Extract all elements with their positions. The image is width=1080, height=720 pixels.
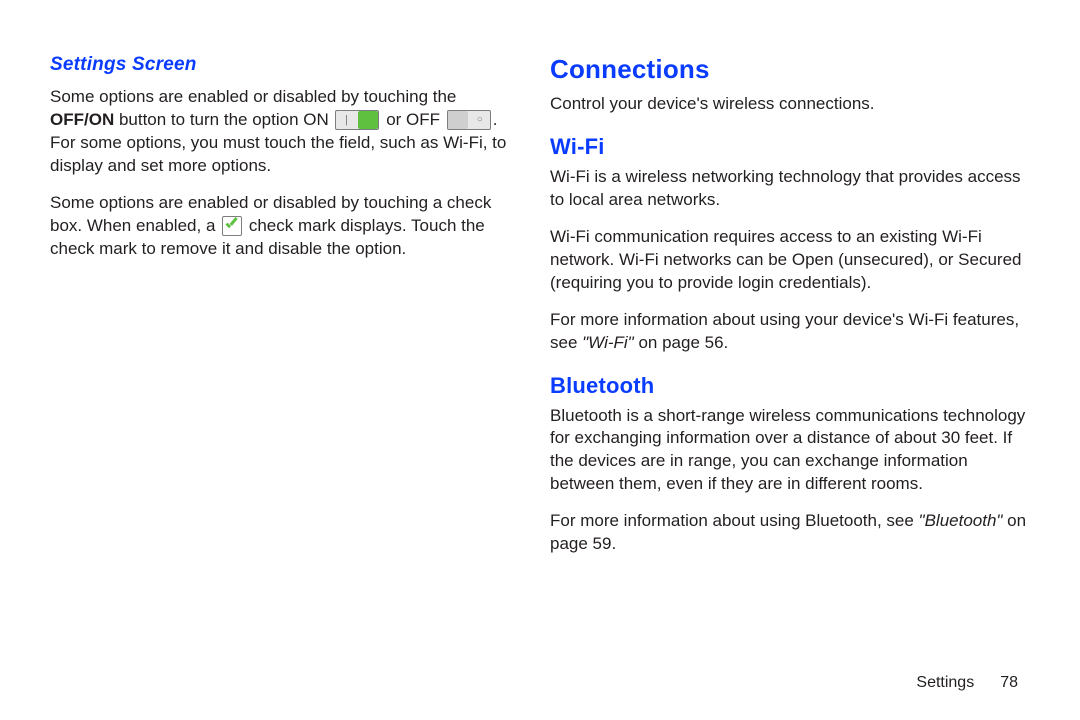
text: button to turn the option ON	[114, 110, 333, 129]
text: Some options are enabled or disabled by …	[50, 87, 456, 106]
paragraph: Wi-Fi communication requires access to a…	[550, 226, 1030, 295]
text: For more information about using Bluetoo…	[550, 511, 919, 530]
paragraph: For more information about using Bluetoo…	[550, 510, 1030, 556]
manual-page: Settings Screen Some options are enabled…	[0, 0, 1080, 720]
paragraph: For more information about using your de…	[550, 309, 1030, 355]
heading-bluetooth: Bluetooth	[550, 373, 1030, 399]
toggle-off-icon	[447, 110, 491, 130]
footer-page-number: 78	[1000, 674, 1018, 692]
heading-wifi: Wi-Fi	[550, 134, 1030, 160]
right-column: Connections Control your device's wirele…	[540, 54, 1030, 690]
toggle-on-icon	[335, 110, 379, 130]
paragraph: Bluetooth is a short-range wireless comm…	[550, 405, 1030, 497]
paragraph: Wi-Fi is a wireless networking technolog…	[550, 166, 1030, 212]
checkbox-checked-icon	[222, 216, 242, 236]
left-column: Settings Screen Some options are enabled…	[50, 54, 540, 690]
text: or OFF	[381, 110, 444, 129]
paragraph: Some options are enabled or disabled by …	[50, 86, 518, 178]
paragraph: Control your device's wireless connectio…	[550, 93, 1030, 116]
heading-settings-screen: Settings Screen	[50, 54, 518, 76]
footer-section-label: Settings	[916, 674, 974, 692]
heading-connections: Connections	[550, 54, 1030, 85]
bold-text: OFF/ON	[50, 110, 114, 129]
paragraph: Some options are enabled or disabled by …	[50, 192, 518, 261]
cross-reference: "Wi-Fi"	[582, 333, 634, 352]
cross-reference: "Bluetooth"	[919, 511, 1003, 530]
page-footer: Settings 78	[916, 674, 1018, 692]
text: on page 56.	[634, 333, 729, 352]
